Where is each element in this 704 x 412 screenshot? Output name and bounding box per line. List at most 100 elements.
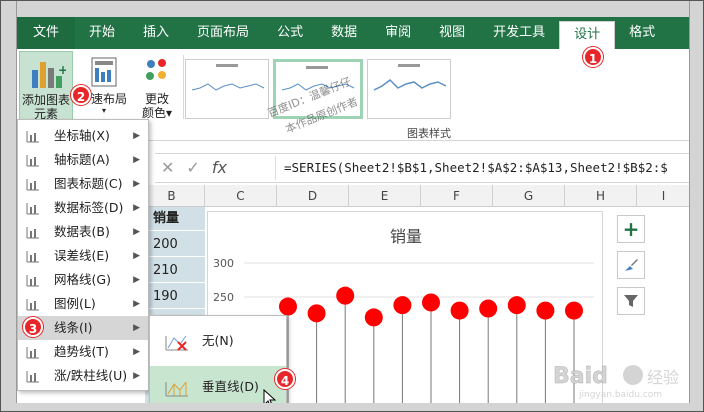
column-header-h[interactable]: H (565, 185, 637, 207)
chart-elements-plus-button[interactable]: + (617, 215, 645, 243)
column-header-i[interactable]: I (637, 185, 691, 207)
add-chart-element-button[interactable]: + 添加图表 元素 (19, 51, 73, 121)
column-header-d[interactable]: D (277, 185, 349, 207)
cell-b1[interactable]: 销量 (149, 207, 205, 231)
add-chart-element-label-1: 添加图表 (21, 93, 70, 107)
menu-item-chart-title[interactable]: 图表标题(C) ▶ (18, 172, 148, 196)
data-point[interactable] (393, 296, 412, 315)
cell-b4[interactable]: 190 (149, 285, 205, 309)
menu-item-data-table[interactable]: 数据表(B) ▶ (18, 220, 148, 244)
formula-input[interactable]: =SERIES(Sheet2!$B$1,Sheet2!$A$2:$A$13,Sh… (275, 156, 691, 180)
menu-item-label: 网格线(G) (54, 272, 111, 287)
baidu-jingyan-watermark: Baid 经验 jingyan.baidu.com (549, 357, 691, 401)
data-point[interactable] (565, 301, 583, 320)
data-point[interactable] (536, 301, 555, 320)
change-colors-label-2: 颜色▾ (141, 106, 173, 120)
menu-item-data-labels[interactable]: 数据标签(D) ▶ (18, 196, 148, 220)
submenu-item-label: 无(N) (202, 333, 234, 348)
step-badge-1: 1 (583, 47, 603, 67)
step-badge-2: 2 (71, 85, 91, 105)
menu-item-label: 图例(L) (54, 296, 96, 311)
menu-item-label: 坐标轴(X) (54, 128, 110, 143)
chevron-right-icon: ▶ (133, 203, 140, 213)
svg-text:经验: 经验 (647, 368, 679, 387)
chart-title[interactable]: 销量 (390, 227, 422, 246)
menu-item-axes[interactable]: 坐标轴(X) ▶ (18, 124, 148, 148)
data-point[interactable] (364, 308, 383, 327)
screenshot-border-right (689, 1, 703, 411)
data-point[interactable] (422, 293, 440, 312)
data-labels-icon (26, 203, 39, 215)
tab-insert[interactable]: 插入 (129, 17, 183, 49)
change-colors-label-1: 更改 (144, 92, 169, 106)
tab-page-layout[interactable]: 页面布局 (183, 17, 263, 49)
tab-file[interactable]: 文件 (17, 17, 76, 49)
drop-lines-icon (165, 381, 188, 397)
error-bars-icon (26, 251, 39, 263)
tab-view[interactable]: 视图 (425, 17, 479, 49)
tab-review[interactable]: 审阅 (371, 17, 425, 49)
menu-item-legend[interactable]: 图例(L) ▶ (18, 292, 148, 316)
chart-style-thumbnail-1[interactable] (185, 59, 269, 119)
line-none-icon (165, 335, 188, 351)
column-header-g[interactable]: G (493, 185, 565, 207)
menu-item-error-bars[interactable]: 误差线(E) ▶ (18, 244, 148, 268)
tab-developer[interactable]: 开发工具 (479, 17, 559, 49)
menu-item-label: 涨/跌柱线(U) (54, 368, 128, 383)
formula-bar: ✕✓fx =SERIES(Sheet2!$B$1,Sheet2!$A$2:$A$… (155, 153, 691, 183)
chart-style-preview (373, 64, 447, 91)
chart-style-thumbnail-3[interactable] (367, 59, 451, 119)
palette-icon (146, 59, 166, 80)
data-point[interactable] (479, 299, 498, 318)
change-colors-button[interactable]: 更改 颜色▾ (137, 51, 177, 121)
tab-format[interactable]: 格式 (615, 17, 669, 49)
chevron-right-icon: ▶ (133, 179, 140, 189)
chart-styles-group-label: 图表样式 (407, 127, 451, 140)
tab-data[interactable]: 数据 (317, 17, 371, 49)
menu-item-label: 数据标签(D) (54, 200, 124, 215)
y-tick-label: 250 (213, 291, 234, 304)
menu-item-gridlines[interactable]: 网格线(G) ▶ (18, 268, 148, 292)
tab-design[interactable]: 设计 (559, 21, 616, 49)
data-table-icon (26, 227, 39, 239)
menu-item-up-down-bars[interactable]: 涨/跌柱线(U) ▶ (18, 364, 148, 388)
confirm-icon[interactable]: ✓ (186, 158, 211, 177)
chevron-right-icon: ▶ (133, 155, 140, 165)
menu-item-trendline[interactable]: 趋势线(T) ▶ (18, 340, 148, 364)
data-point[interactable] (307, 304, 326, 323)
formula-bar-icons: ✕✓fx (161, 158, 227, 177)
menu-item-axis-titles[interactable]: 轴标题(A) ▶ (18, 148, 148, 172)
step-badge-3: 3 (23, 317, 43, 337)
data-point[interactable] (279, 297, 297, 316)
submenu-item-none[interactable]: 无(N) (150, 320, 286, 362)
menu-item-label: 误差线(E) (54, 248, 110, 263)
column-headers: B C D E F G H I (139, 185, 691, 207)
gridlines-icon (26, 275, 39, 287)
chevron-right-icon: ▶ (133, 371, 140, 381)
trendline-icon (26, 347, 39, 359)
column-header-c[interactable]: C (205, 185, 277, 207)
cancel-icon[interactable]: ✕ (161, 158, 186, 177)
legend-icon (26, 299, 39, 311)
cell-b2[interactable]: 200 (149, 233, 205, 257)
column-header-e[interactable]: E (349, 185, 421, 207)
chart-styles-brush-button[interactable] (617, 251, 645, 279)
fx-icon[interactable]: fx (212, 158, 227, 177)
cell-b3[interactable]: 210 (149, 259, 205, 283)
chart-filters-button[interactable] (617, 287, 645, 315)
data-point[interactable] (336, 286, 355, 305)
menu-item-label: 线条(I) (54, 320, 93, 335)
add-chart-element-menu: 坐标轴(X) ▶ 轴标题(A) ▶ 图表标题(C) ▶ 数据标签(D) ▶ 数据表(B) ▶ 误差线… (17, 119, 149, 391)
tab-formulas[interactable]: 公式 (263, 17, 317, 49)
chevron-right-icon: ▶ (133, 275, 140, 285)
y-tick-label: 300 (213, 257, 234, 270)
screenshot-frame: 文件 开始 插入 页面布局 公式 数据 审阅 视图 开发工具 设计 格式 + 添… (0, 0, 704, 412)
data-point[interactable] (507, 296, 526, 315)
column-header-f[interactable]: F (421, 185, 493, 207)
ribbon-divider (183, 55, 184, 119)
menu-item-label: 数据表(B) (54, 224, 110, 239)
menu-item-label: 轴标题(A) (54, 152, 110, 167)
tab-home[interactable]: 开始 (75, 17, 129, 49)
funnel-icon (624, 295, 638, 307)
data-point[interactable] (450, 301, 469, 320)
